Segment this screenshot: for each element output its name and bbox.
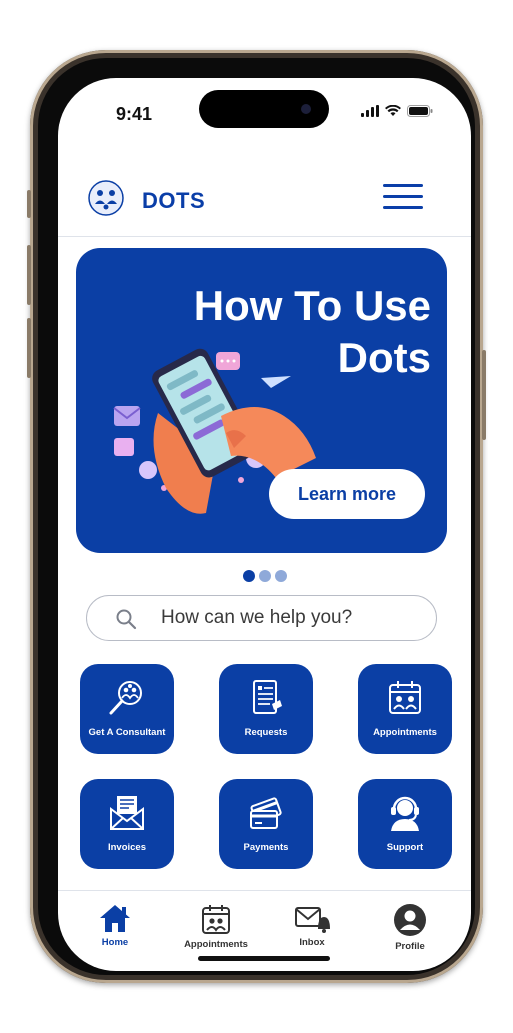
payment-cards-icon bbox=[250, 797, 282, 829]
home-indicator[interactable] bbox=[198, 956, 330, 961]
tile-label: Support bbox=[386, 842, 424, 853]
camera-icon bbox=[301, 104, 311, 114]
nav-home[interactable]: Home bbox=[70, 903, 160, 948]
banner-title-line1: How To Use bbox=[193, 282, 431, 329]
phone-bezel: 9:41 DOTS How To Use Dots Learn more How… bbox=[38, 58, 475, 975]
nav-label: Home bbox=[101, 937, 129, 948]
calendar-icon bbox=[202, 905, 230, 934]
tile-get-a-consultant[interactable]: Get A Consultant bbox=[80, 664, 174, 754]
dynamic-island bbox=[199, 90, 329, 128]
tile-requests[interactable]: Requests bbox=[219, 664, 313, 754]
appointments-calendar-icon bbox=[389, 681, 421, 714]
tile-label: Invoices bbox=[107, 842, 147, 853]
phone-frame: 9:41 DOTS How To Use Dots Learn more How… bbox=[27, 50, 486, 983]
search-bar[interactable] bbox=[86, 595, 437, 641]
carousel-dot-3[interactable] bbox=[274, 570, 287, 582]
hamburger-menu-button[interactable] bbox=[383, 184, 423, 212]
invoice-envelope-icon bbox=[110, 796, 144, 830]
action-button bbox=[27, 190, 31, 218]
volume-down-button bbox=[27, 318, 31, 378]
battery-icon bbox=[407, 105, 433, 117]
status-icons bbox=[361, 105, 433, 117]
consultant-search-icon bbox=[109, 681, 142, 715]
tile-invoices[interactable]: Invoices bbox=[80, 779, 174, 869]
tile-payments[interactable]: Payments bbox=[219, 779, 313, 869]
tile-support[interactable]: Support bbox=[358, 779, 452, 869]
dots-logo-icon bbox=[88, 180, 124, 216]
nav-label: Inbox bbox=[299, 937, 325, 948]
promo-banner[interactable]: How To Use Dots Learn more bbox=[76, 248, 447, 553]
home-icon bbox=[100, 905, 130, 932]
carousel-dot-1[interactable] bbox=[242, 570, 255, 582]
tile-label: Requests bbox=[244, 727, 288, 738]
tile-appointments[interactable]: Appointments bbox=[358, 664, 452, 754]
carousel-indicator bbox=[58, 570, 471, 582]
tile-label: Appointments bbox=[373, 727, 437, 738]
learn-more-button[interactable]: Learn more bbox=[269, 469, 425, 519]
signal-icon bbox=[361, 105, 379, 117]
nav-appointments[interactable]: Appointments bbox=[171, 903, 261, 950]
screen: 9:41 DOTS How To Use Dots Learn more How… bbox=[58, 78, 471, 971]
search-input[interactable] bbox=[161, 596, 421, 639]
nav-label: Profile bbox=[395, 941, 425, 952]
mail-bell-icon bbox=[295, 907, 330, 933]
volume-up-button bbox=[27, 245, 31, 305]
profile-icon bbox=[394, 904, 426, 936]
wifi-icon bbox=[385, 105, 401, 116]
requests-document-icon bbox=[253, 680, 282, 714]
search-icon bbox=[116, 609, 137, 630]
nav-inbox[interactable]: Inbox bbox=[267, 903, 357, 948]
nav-profile[interactable]: Profile bbox=[365, 903, 455, 952]
tile-label: Payments bbox=[243, 842, 289, 853]
status-time: 9:41 bbox=[116, 104, 153, 124]
app-name: DOTS bbox=[142, 188, 206, 213]
support-headset-icon bbox=[391, 796, 419, 831]
tile-label: Get A Consultant bbox=[88, 727, 166, 738]
carousel-dot-2[interactable] bbox=[258, 570, 271, 582]
app-header: DOTS bbox=[58, 166, 471, 237]
power-button bbox=[482, 350, 486, 440]
status-bar: 9:41 bbox=[58, 78, 471, 138]
nav-label: Appointments bbox=[184, 939, 248, 950]
